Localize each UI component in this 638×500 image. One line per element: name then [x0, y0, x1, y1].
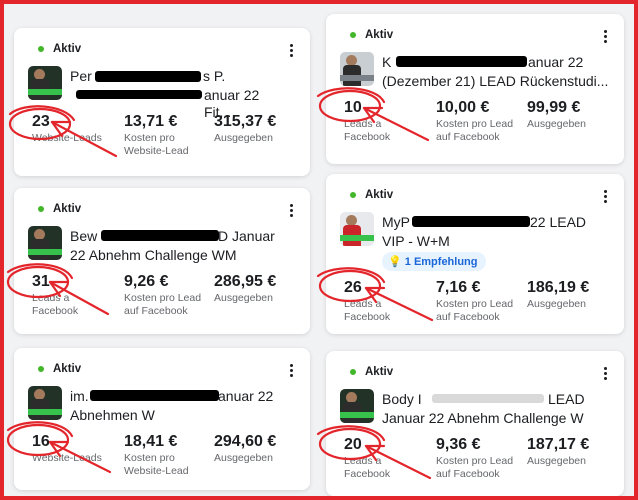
status-dot	[38, 366, 44, 372]
campaign-title[interactable]: im. anuar 22 Abnehmen W	[70, 386, 284, 426]
campaign-title[interactable]: Bew D Januar 22 Abnehm Challenge WM	[70, 226, 296, 266]
campaign-card[interactable]: Aktiv Bew D Januar 22 Abnehm Challenge W…	[14, 188, 310, 334]
campaign-thumbnail	[340, 212, 374, 246]
campaign-thumbnail	[340, 389, 374, 423]
campaign-card[interactable]: Aktiv im. anuar 22 Abnehmen W 16 Website…	[14, 348, 310, 490]
metric-cost-per-result: 9,26 € Kosten pro Lead auf Facebook	[124, 273, 202, 317]
status-label: Aktiv	[350, 366, 393, 378]
status-dot	[350, 32, 356, 38]
redaction-bar	[90, 390, 219, 401]
metric-amount-spent: 315,37 € Ausgegeben	[214, 113, 277, 144]
campaign-title[interactable]: K anuar 22 (Dezember 21) LEAD Rückenstud…	[382, 52, 612, 92]
metric-amount-spent: 187,17 € Ausgegeben	[527, 436, 590, 467]
status-label: Aktiv	[38, 363, 81, 375]
metric-amount-spent: 186,19 € Ausgegeben	[527, 279, 590, 310]
redaction-bar	[412, 216, 530, 227]
status-dot	[350, 192, 356, 198]
redaction-bar	[76, 90, 202, 99]
recommendation-badge[interactable]: 💡 1 Empfehlung	[382, 252, 486, 271]
status-dot	[38, 46, 44, 52]
metric-results: 16 Website-Leads	[32, 433, 102, 464]
metric-results: 26 Leads a Facebook	[344, 279, 391, 323]
campaign-title[interactable]: Per s P. anuar 22 Fit...	[70, 66, 284, 120]
campaign-card[interactable]: Aktiv Per s P. anuar 22 Fit... 23 Websit…	[14, 28, 310, 176]
more-options-icon[interactable]	[598, 26, 612, 46]
more-options-icon[interactable]	[598, 363, 612, 383]
campaign-title[interactable]: Body I LEAD Januar 22 Abnehm Challenge W	[382, 389, 616, 429]
metric-results: 20 Leads a Facebook	[344, 436, 391, 480]
campaign-thumbnail	[28, 226, 62, 260]
status-label: Aktiv	[350, 29, 393, 41]
metric-amount-spent: 286,95 € Ausgegeben	[214, 273, 277, 304]
lightbulb-icon: 💡	[388, 256, 402, 268]
campaign-title[interactable]: MyP 22 LEAD VIP - W+M	[382, 212, 612, 252]
metric-results: 31 Leads a Facebook	[32, 273, 79, 317]
metric-cost-per-result: 10,00 € Kosten pro Lead auf Facebook	[436, 99, 514, 143]
metric-cost-per-result: 7,16 € Kosten pro Lead auf Facebook	[436, 279, 514, 323]
campaign-thumbnail	[340, 52, 374, 86]
more-options-icon[interactable]	[284, 40, 298, 60]
campaign-card[interactable]: Aktiv MyP 22 LEAD VIP - W+M 💡 1 Empfehlu…	[326, 174, 624, 334]
more-options-icon[interactable]	[284, 360, 298, 380]
redaction-bar	[396, 56, 527, 67]
redaction-bar	[95, 71, 201, 82]
redaction-bar	[101, 230, 219, 241]
status-dot	[38, 206, 44, 212]
redaction-bar	[432, 394, 544, 403]
status-label: Aktiv	[38, 203, 81, 215]
campaign-thumbnail	[28, 66, 62, 100]
campaign-thumbnail	[28, 386, 62, 420]
campaign-card[interactable]: Aktiv Body I LEAD Januar 22 Abnehm Chall…	[326, 351, 624, 496]
metric-results: 23 Website-Leads	[32, 113, 102, 144]
more-options-icon[interactable]	[284, 200, 298, 220]
campaign-grid: Aktiv Per s P. anuar 22 Fit... 23 Websit…	[4, 4, 634, 496]
metric-cost-per-result: 18,41 € Kosten pro Website-Lead	[124, 433, 189, 477]
metric-amount-spent: 294,60 € Ausgegeben	[214, 433, 277, 464]
more-options-icon[interactable]	[598, 186, 612, 206]
metric-cost-per-result: 9,36 € Kosten pro Lead auf Facebook	[436, 436, 514, 480]
metric-results: 10 Leads a Facebook	[344, 99, 391, 143]
status-dot	[350, 369, 356, 375]
metric-amount-spent: 99,99 € Ausgegeben	[527, 99, 586, 130]
campaign-card[interactable]: Aktiv K anuar 22 (Dezember 21) LEAD Rück…	[326, 14, 624, 164]
metric-cost-per-result: 13,71 € Kosten pro Website-Lead	[124, 113, 189, 157]
status-label: Aktiv	[350, 189, 393, 201]
status-label: Aktiv	[38, 43, 81, 55]
